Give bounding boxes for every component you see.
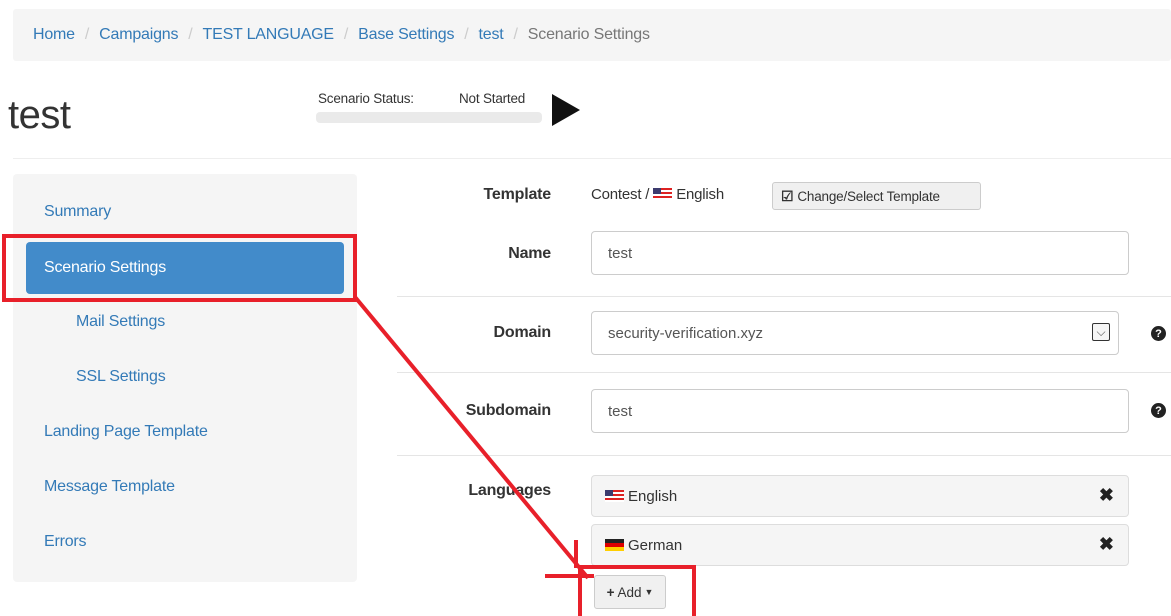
language-item-german: German ✖: [591, 524, 1129, 566]
change-template-label: Change/Select Template: [797, 188, 940, 204]
language-label: English: [628, 487, 678, 505]
breadcrumb-home[interactable]: Home: [33, 26, 75, 44]
sidebar-item-landing-page-template[interactable]: Landing Page Template: [44, 423, 208, 441]
scenario-progress-bar: [316, 112, 542, 123]
name-input[interactable]: [591, 231, 1129, 275]
edit-icon: ☑: [781, 187, 794, 204]
sidebar-item-mail-settings[interactable]: Mail Settings: [76, 313, 165, 331]
domain-select[interactable]: security-verification.xyz ⌵: [591, 311, 1119, 355]
remove-icon[interactable]: ✖: [1099, 485, 1114, 506]
remove-icon[interactable]: ✖: [1099, 534, 1114, 555]
section-divider: [397, 455, 1171, 456]
subdomain-label: Subdomain: [465, 402, 552, 419]
sidebar-item-message-template[interactable]: Message Template: [44, 478, 175, 496]
sidebar: [13, 174, 357, 582]
caret-down-icon: ▼: [644, 587, 654, 597]
add-language-label: Add: [617, 584, 642, 600]
scenario-status-label: Scenario Status:: [318, 91, 414, 106]
add-language-button[interactable]: + Add ▼: [594, 575, 666, 609]
chevron-down-icon[interactable]: ⌵: [1092, 323, 1110, 341]
breadcrumb-campaigns[interactable]: Campaigns: [99, 26, 178, 44]
template-value: Contest / English: [591, 186, 724, 203]
breadcrumb-campaign[interactable]: TEST LANGUAGE: [203, 26, 335, 44]
template-name: Contest /: [591, 186, 650, 203]
name-label: Name: [508, 245, 551, 262]
plus-icon: +: [606, 584, 615, 600]
breadcrumb-separator: /: [464, 26, 469, 43]
language-item-english: English ✖: [591, 475, 1129, 517]
de-flag-icon: [605, 539, 624, 551]
section-divider: [397, 372, 1171, 373]
sidebar-item-summary[interactable]: Summary: [44, 203, 111, 221]
help-icon[interactable]: ?: [1151, 326, 1166, 341]
template-language: English: [676, 186, 724, 203]
us-flag-icon: [605, 490, 624, 502]
breadcrumb-base-settings[interactable]: Base Settings: [358, 26, 454, 44]
domain-select-value: security-verification.xyz: [608, 324, 764, 342]
us-flag-icon: [653, 188, 673, 200]
section-divider: [397, 296, 1171, 297]
languages-label: Languages: [468, 482, 551, 499]
breadcrumb: Home / Campaigns / TEST LANGUAGE / Base …: [13, 9, 1171, 61]
play-icon[interactable]: [552, 94, 580, 126]
breadcrumb-scenario[interactable]: test: [479, 26, 504, 44]
breadcrumb-separator: /: [343, 26, 349, 43]
domain-label: Domain: [493, 324, 552, 341]
breadcrumb-separator: /: [84, 26, 90, 43]
sidebar-item-scenario-settings[interactable]: Scenario Settings: [26, 242, 344, 294]
breadcrumb-separator: /: [188, 26, 193, 43]
template-label: Template: [483, 186, 552, 203]
language-label: German: [628, 536, 683, 554]
subdomain-input[interactable]: [591, 389, 1129, 433]
scenario-status-value: Not Started: [459, 91, 526, 106]
sidebar-item-ssl-settings[interactable]: SSL Settings: [76, 368, 166, 386]
sidebar-item-errors[interactable]: Errors: [44, 533, 87, 551]
breadcrumb-separator: /: [513, 26, 518, 43]
page-title: test: [8, 93, 71, 137]
breadcrumb-current: Scenario Settings: [527, 26, 650, 43]
help-icon[interactable]: ?: [1151, 403, 1166, 418]
header-divider: [13, 158, 1171, 159]
change-template-button[interactable]: ☑ Change/Select Template: [772, 182, 981, 210]
